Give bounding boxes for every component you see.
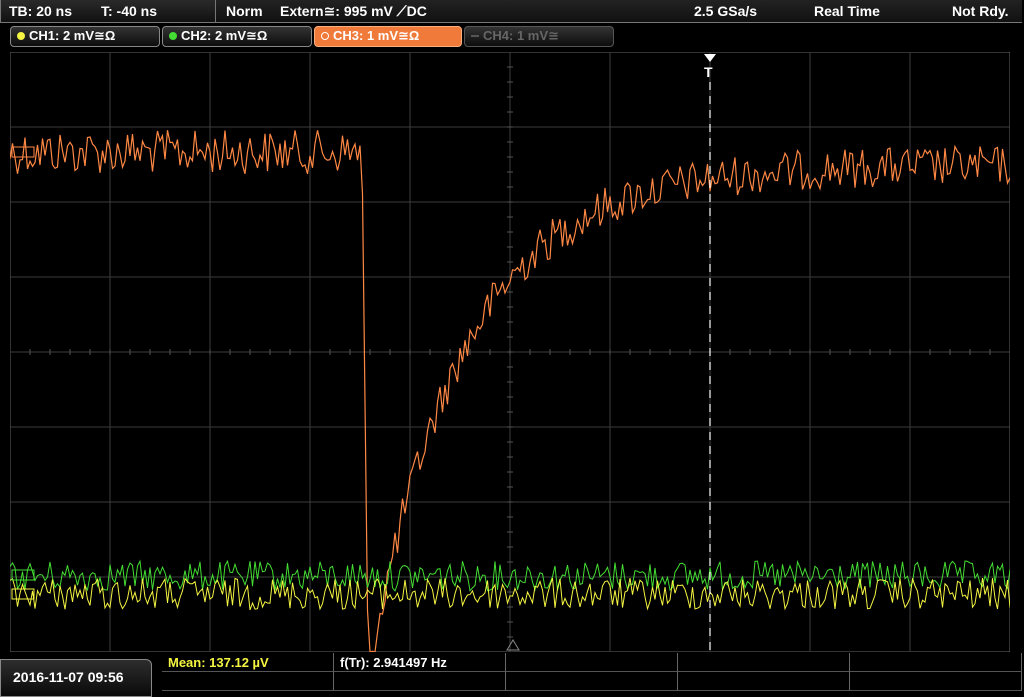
ch1-dot-icon [17, 32, 25, 40]
datetime-label: 2016-11-07 09:56 [13, 669, 124, 685]
frequency-value: f(Tr): 2.941497 Hz [340, 655, 447, 670]
footer-bar: 2016-11-07 09:56 Mean: 137.12 µV f(Tr): … [0, 653, 1024, 697]
ch2-dot-icon [169, 32, 177, 40]
waveform-display[interactable]: T [10, 52, 1010, 652]
empty-cell-7 [678, 672, 850, 691]
frequency-cell[interactable]: f(Tr): 2.941497 Hz [334, 653, 506, 672]
trigger-time-label: T: -40 ns [101, 3, 158, 19]
sample-rate-label: 2.5 GSa/s [694, 3, 758, 19]
trigger-status-label: Not Rdy. [952, 3, 1009, 19]
empty-cell-2 [678, 653, 850, 672]
ch3-label: CH3: 1 mV≅Ω [333, 28, 420, 43]
ch3-dot-icon [321, 32, 329, 40]
trigger-mode-label: Norm [226, 3, 263, 19]
measurement-panel[interactable]: Mean: 137.12 µV f(Tr): 2.941497 Hz [162, 653, 1022, 693]
channel-tabs: CH1: 2 mV≅Ω CH2: 2 mV≅Ω CH3: 1 mV≅Ω CH4:… [0, 26, 1024, 48]
trigger-source-label: Extern≅: 995 mV ⟋DC [280, 3, 427, 19]
acquisition-bar[interactable]: Norm Extern≅: 995 mV ⟋DC 2.5 GSa/s Real … [216, 0, 1022, 23]
status-bar: TB: 20 ns T: -40 ns Norm Extern≅: 995 mV… [0, 0, 1024, 24]
empty-cell-6 [506, 672, 678, 691]
ch2-label: CH2: 2 mV≅Ω [181, 28, 268, 43]
empty-cell-5 [334, 672, 506, 691]
timebase-box[interactable]: TB: 20 ns T: -40 ns [0, 0, 216, 23]
tab-ch2[interactable]: CH2: 2 mV≅Ω [162, 26, 312, 47]
tab-ch4[interactable]: CH4: 1 mV≅ [464, 26, 614, 47]
timebase-label: TB: 20 ns [9, 3, 73, 19]
datetime-box: 2016-11-07 09:56 [0, 659, 152, 697]
tab-ch3[interactable]: CH3: 1 mV≅Ω [314, 26, 462, 47]
mean-cell[interactable]: Mean: 137.12 µV [162, 653, 334, 672]
acquisition-mode-label: Real Time [814, 3, 880, 19]
ch4-label: CH4: 1 mV≅ [483, 28, 559, 43]
ch1-label: CH1: 2 mV≅Ω [29, 28, 116, 43]
empty-cell-8 [850, 672, 1022, 691]
trigger-marker-label[interactable]: T [704, 64, 713, 80]
waveform-svg[interactable] [10, 52, 1010, 652]
ch4-dash-icon [471, 35, 479, 37]
mean-value: Mean: 137.12 µV [168, 655, 269, 670]
tab-ch1[interactable]: CH1: 2 mV≅Ω [10, 26, 160, 47]
empty-cell-4 [162, 672, 334, 691]
empty-cell-3 [850, 653, 1022, 672]
empty-cell-1 [506, 653, 678, 672]
